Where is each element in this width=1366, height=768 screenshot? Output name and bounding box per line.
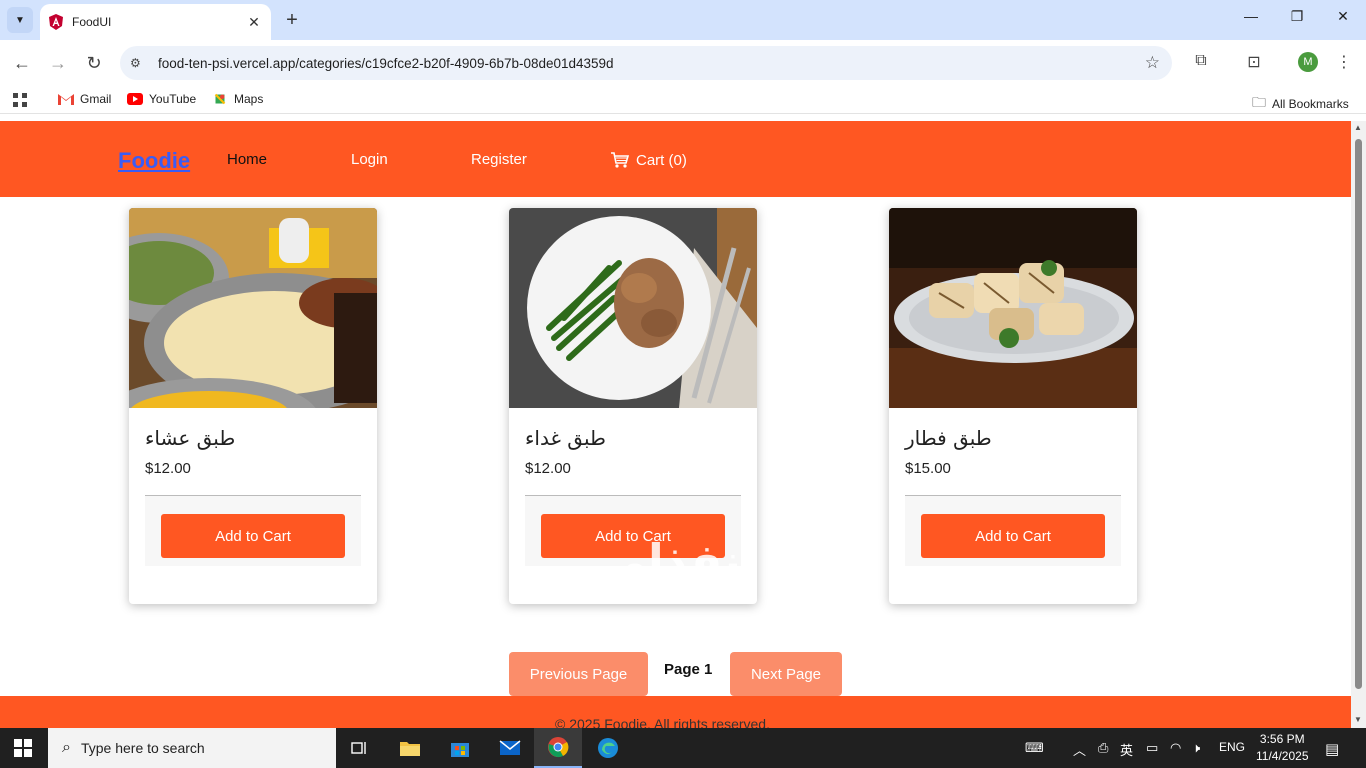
- search-icon: ⌕: [62, 739, 71, 756]
- site-logo[interactable]: Foodie: [118, 148, 190, 174]
- add-to-cart-button[interactable]: Add to Cart: [541, 514, 725, 558]
- microsoft-store-icon[interactable]: [436, 728, 484, 768]
- chevron-up-icon[interactable]: ︿: [1073, 740, 1086, 759]
- bookmark-youtube[interactable]: YouTube: [127, 92, 196, 106]
- add-to-cart-button[interactable]: Add to Cart: [921, 514, 1105, 558]
- ime-icon[interactable]: 英: [1120, 740, 1133, 759]
- close-icon[interactable]: ✕: [245, 14, 263, 31]
- forward-arrow-icon[interactable]: →: [47, 53, 69, 73]
- card-actions: Add to Cart: [905, 496, 1121, 566]
- clock-time: 3:56 PM: [1259, 732, 1305, 746]
- product-price: $15.00: [905, 460, 951, 477]
- gmail-icon: [58, 94, 74, 105]
- profile-avatar[interactable]: M: [1298, 52, 1318, 72]
- page-indicator: Page 1: [664, 661, 713, 678]
- product-card: طبق فطار $15.00 Add to Cart: [889, 208, 1137, 604]
- reload-icon[interactable]: ↻: [83, 53, 105, 73]
- youtube-icon: [127, 93, 143, 105]
- product-image: [129, 208, 377, 408]
- screenshot-icon[interactable]: ⊡: [1243, 52, 1265, 72]
- notifications-icon[interactable]: ▤: [1325, 740, 1339, 758]
- card-actions: Add to Cart: [145, 496, 361, 566]
- apps-grid-icon[interactable]: [12, 92, 28, 108]
- next-page-button[interactable]: Next Page: [730, 652, 842, 696]
- language-indicator[interactable]: ENG: [1219, 740, 1245, 754]
- bookmark-star-icon[interactable]: ☆: [1145, 53, 1160, 73]
- battery-icon[interactable]: ▭: [1146, 740, 1158, 756]
- taskbar-search-placeholder: Type here to search: [80, 740, 205, 756]
- volume-mute-icon[interactable]: 🕨: [1192, 740, 1200, 756]
- clock-date: 11/4/2025: [1256, 749, 1309, 763]
- chrome-icon[interactable]: [534, 728, 582, 768]
- windows-taskbar: ⌕ Type here to search ⌨ ︿ ⎙ 英 ▭ ◠ 🕨 ENG …: [0, 728, 1366, 768]
- browser-toolbar: ← → ↻ ⚙ food-ten-psi.vercel.app/categori…: [0, 40, 1366, 86]
- product-price: $12.00: [145, 460, 191, 477]
- taskbar-clock[interactable]: 3:56 PM 11/4/2025: [1256, 731, 1309, 765]
- product-name: طبق عشاء: [145, 426, 236, 450]
- taskbar-search[interactable]: ⌕ Type here to search: [48, 728, 336, 768]
- windows-start-icon[interactable]: [14, 739, 32, 757]
- product-card: طبق عشاء $12.00 Add to Cart: [129, 208, 377, 604]
- tab-search-button[interactable]: ▼: [7, 7, 33, 33]
- product-card: طبق غداء $12.00 Add to Cart: [509, 208, 757, 604]
- scroll-thumb[interactable]: [1355, 139, 1362, 689]
- bookmark-maps[interactable]: Maps: [212, 92, 263, 106]
- menu-dots-icon[interactable]: ⋮: [1333, 52, 1355, 72]
- bookmark-gmail[interactable]: Gmail: [58, 92, 111, 106]
- scroll-down-icon[interactable]: ▼: [1354, 715, 1362, 724]
- site-header: Foodie Home Login Register Cart (0): [0, 121, 1351, 197]
- add-to-cart-button[interactable]: Add to Cart: [161, 514, 345, 558]
- site-info-icon[interactable]: ⚙: [130, 56, 148, 70]
- mail-icon[interactable]: [486, 728, 534, 768]
- footer-text: © 2025 Foodie. All rights reserved.: [555, 716, 770, 728]
- all-bookmarks[interactable]: 🗀 All Bookmarks: [1252, 92, 1349, 116]
- scroll-up-icon[interactable]: ▲: [1354, 123, 1362, 132]
- page-scrollbar[interactable]: ▲ ▼: [1351, 121, 1366, 728]
- restore-button[interactable]: ❐: [1282, 8, 1312, 25]
- network-status-icon[interactable]: ⎙: [1098, 740, 1108, 756]
- task-view-icon[interactable]: [336, 728, 384, 768]
- keyboard-icon[interactable]: ⌨: [1025, 740, 1044, 756]
- edge-icon[interactable]: [584, 728, 632, 768]
- cart-icon: [611, 152, 630, 168]
- wifi-icon[interactable]: ◠: [1170, 740, 1181, 756]
- new-tab-button[interactable]: +: [282, 9, 302, 31]
- product-image: [509, 208, 757, 408]
- maps-icon: [214, 93, 226, 105]
- folder-icon: 🗀: [1252, 94, 1266, 110]
- extensions-icon[interactable]: ⧉: [1190, 52, 1212, 70]
- nav-register[interactable]: Register: [471, 151, 527, 168]
- nav-login[interactable]: Login: [351, 151, 388, 168]
- url-text[interactable]: food-ten-psi.vercel.app/categories/c19cf…: [158, 56, 614, 71]
- web-page: Foodie Home Login Register Cart (0) طبق …: [0, 121, 1351, 728]
- chevron-down-icon: ▼: [15, 14, 25, 26]
- address-bar[interactable]: ⚙ food-ten-psi.vercel.app/categories/c19…: [120, 46, 1172, 80]
- card-actions: Add to Cart: [525, 496, 741, 566]
- product-price: $12.00: [525, 460, 571, 477]
- file-explorer-icon[interactable]: [386, 728, 434, 768]
- product-image: [889, 208, 1137, 408]
- tab-foodui[interactable]: FoodUI ✕: [40, 4, 271, 40]
- nav-cart[interactable]: Cart (0): [610, 151, 687, 169]
- bookmarks-bar: Gmail YouTube Maps 🗀 All Bookmarks: [0, 86, 1366, 114]
- tab-title: FoodUI: [72, 15, 112, 29]
- angular-icon: [49, 14, 63, 30]
- cart-label: Cart (0): [636, 151, 687, 169]
- nav-home[interactable]: Home: [227, 151, 267, 168]
- previous-page-button[interactable]: Previous Page: [509, 652, 648, 696]
- product-name: طبق فطار: [905, 426, 992, 450]
- browser-tabstrip: ▼ FoodUI ✕ + — ❐ ✕: [0, 0, 1366, 40]
- site-footer: © 2025 Foodie. All rights reserved.: [0, 696, 1351, 728]
- window-close-button[interactable]: ✕: [1328, 8, 1358, 25]
- product-name: طبق غداء: [525, 426, 606, 450]
- minimize-button[interactable]: —: [1236, 8, 1266, 24]
- back-arrow-icon[interactable]: ←: [11, 53, 33, 73]
